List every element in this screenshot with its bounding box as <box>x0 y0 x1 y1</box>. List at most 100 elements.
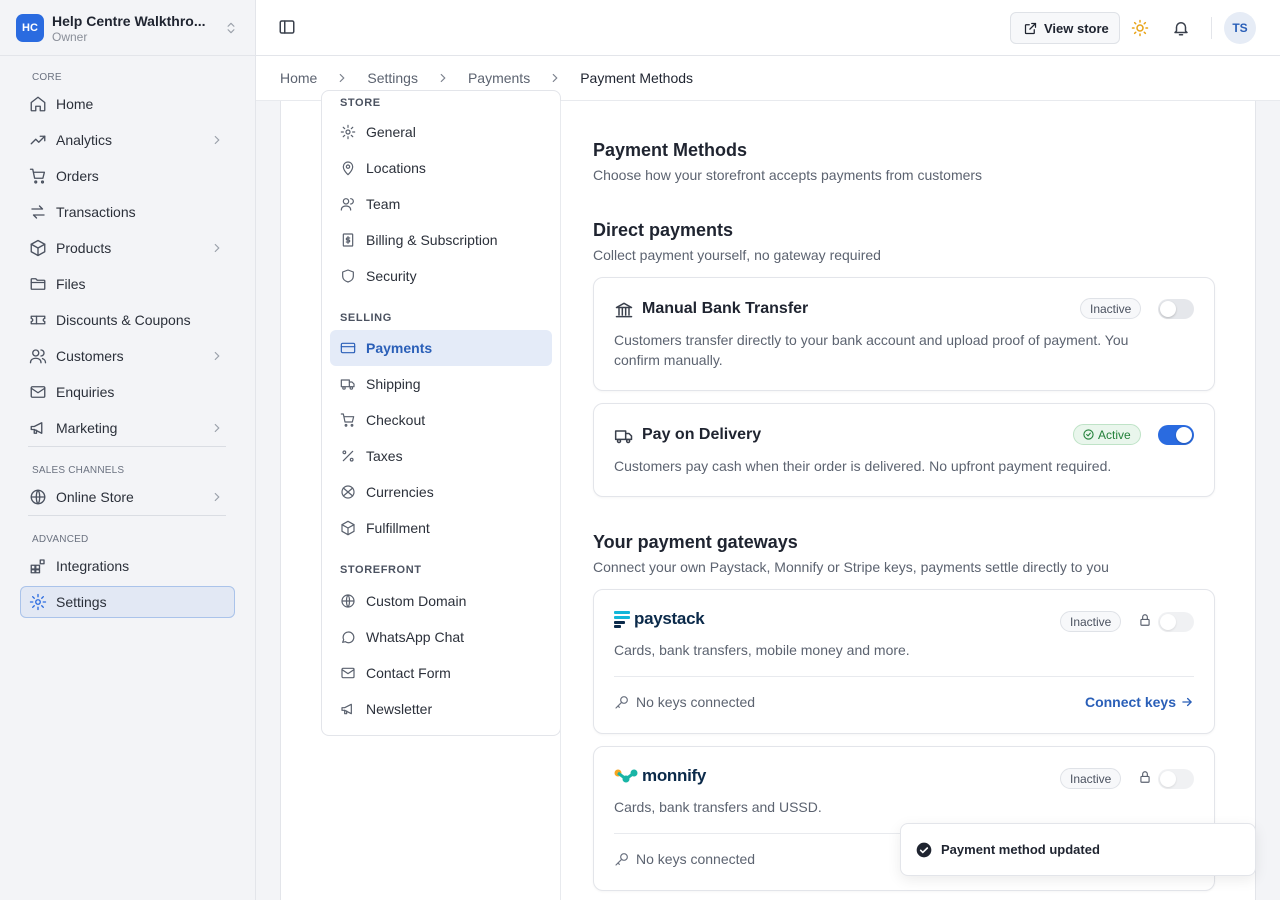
toast-notification: Payment method updated <box>900 823 1256 876</box>
box-icon <box>29 239 47 257</box>
sidebar-item-discounts[interactable]: Discounts & Coupons <box>20 304 235 336</box>
page-title: Payment Methods <box>593 140 748 160</box>
globe-icon <box>340 593 356 609</box>
sidebar-item-products[interactable]: Products <box>20 232 235 264</box>
sidebar-item-analytics[interactable]: Analytics <box>20 124 235 156</box>
gateway-brand-name: monnify <box>642 766 707 785</box>
breadcrumb-payments[interactable]: Payments <box>468 70 530 86</box>
subnav-item-label: Newsletter <box>366 701 433 717</box>
subnav-item-currencies[interactable]: Currencies <box>330 474 552 510</box>
sidebar-item-label: Home <box>56 96 94 112</box>
sidebar-item-transactions[interactable]: Transactions <box>20 196 235 228</box>
mail-icon <box>340 665 356 681</box>
key-icon <box>614 694 630 710</box>
external-link-icon <box>1023 21 1038 36</box>
toggle-knob <box>1176 427 1192 443</box>
megaphone-icon <box>340 701 356 717</box>
sidebar-item-marketing[interactable]: Marketing <box>20 412 235 444</box>
sidebar-item-enquiries[interactable]: Enquiries <box>20 376 235 408</box>
sidebar-item-label: Transactions <box>56 204 136 220</box>
subnav-group-selling: SELLING <box>340 312 392 324</box>
box-icon <box>340 520 356 536</box>
section-title-direct-payments: Direct payments <box>593 220 734 240</box>
bell-icon[interactable] <box>1172 19 1190 37</box>
subnav-item-security[interactable]: Security <box>330 258 552 294</box>
bank-icon <box>614 300 634 320</box>
arrows-icon <box>29 203 47 221</box>
subnav-item-contact-form[interactable]: Contact Form <box>330 655 552 691</box>
subnav-item-whatsapp-chat[interactable]: WhatsApp Chat <box>330 619 552 655</box>
gateway-card-paystack: paystack Inactive Cards, bank transfers,… <box>593 589 1215 734</box>
divider <box>560 101 561 900</box>
paystack-mark-icon <box>614 610 630 628</box>
sidebar-item-files[interactable]: Files <box>20 268 235 300</box>
subnav-item-label: WhatsApp Chat <box>366 629 465 645</box>
subnav-item-newsletter[interactable]: Newsletter <box>330 691 552 727</box>
toggle-knob <box>1160 771 1176 787</box>
home-icon <box>29 95 47 113</box>
mail-icon <box>29 383 47 401</box>
view-store-button[interactable]: View store <box>1010 12 1120 44</box>
percent-icon <box>340 448 356 464</box>
sidebar-item-label: Orders <box>56 168 99 184</box>
globe-icon <box>29 488 47 506</box>
view-store-label: View store <box>1044 20 1109 36</box>
chevron-right-icon <box>335 71 349 85</box>
connect-keys-button[interactable]: Connect keys <box>1085 694 1194 710</box>
receipt-icon <box>340 232 356 248</box>
workspace-switcher[interactable]: HC Help Centre Walkthro... Owner <box>16 10 240 46</box>
chevron-right-icon <box>210 349 224 363</box>
subnav-item-checkout[interactable]: Checkout <box>330 402 552 438</box>
status-badge: Inactive <box>1060 768 1122 789</box>
gear-icon <box>29 593 47 611</box>
breadcrumb-home[interactable]: Home <box>280 70 317 86</box>
subnav-item-label: Shipping <box>366 376 421 392</box>
pay-on-delivery-toggle[interactable] <box>1158 425 1194 445</box>
payment-method-card-pay-on-delivery: Pay on Delivery Active Customers pay cas… <box>593 403 1215 497</box>
keys-status-label: No keys connected <box>636 694 756 710</box>
subnav-item-label: Locations <box>366 160 426 176</box>
toast-message: Payment method updated <box>941 842 1100 857</box>
subnav-item-custom-domain[interactable]: Custom Domain <box>330 583 552 619</box>
sidebar-item-integrations[interactable]: Integrations <box>20 550 235 582</box>
sidebar-toggle-icon[interactable] <box>278 18 296 36</box>
sun-icon[interactable] <box>1131 19 1149 37</box>
workspace-logo: HC <box>16 14 44 42</box>
subnav-item-general[interactable]: General <box>330 114 552 150</box>
sidebar-item-orders[interactable]: Orders <box>20 160 235 192</box>
sidebar-item-online-store[interactable]: Online Store <box>20 481 235 513</box>
arrow-right-icon <box>1180 695 1194 709</box>
subnav-item-label: Checkout <box>366 412 426 428</box>
section-subtitle-direct-payments: Collect payment yourself, no gateway req… <box>593 247 881 263</box>
divider <box>28 515 226 516</box>
truck-icon <box>614 426 634 446</box>
cart-icon <box>340 412 356 428</box>
chevron-right-icon <box>210 421 224 435</box>
bank-transfer-toggle[interactable] <box>1158 299 1194 319</box>
subnav-item-label: Contact Form <box>366 665 451 681</box>
subnav-item-fulfillment[interactable]: Fulfillment <box>330 510 552 546</box>
payment-method-card-bank-transfer: Manual Bank Transfer Inactive Customers … <box>593 277 1215 391</box>
subnav-item-payments[interactable]: Payments <box>330 330 552 366</box>
subnav-item-team[interactable]: Team <box>330 186 552 222</box>
sidebar-item-home[interactable]: Home <box>20 88 235 120</box>
subnav-item-taxes[interactable]: Taxes <box>330 438 552 474</box>
avatar[interactable]: TS <box>1224 12 1256 44</box>
settings-subnav: STORE General Locations Team Billing & S… <box>321 90 561 736</box>
breadcrumb-settings[interactable]: Settings <box>367 70 418 86</box>
divider <box>614 676 1194 677</box>
sidebar-item-customers[interactable]: Customers <box>20 340 235 372</box>
sidebar-item-settings[interactable]: Settings <box>20 586 235 618</box>
subnav-item-label: Security <box>366 268 417 284</box>
sidebar-item-label: Integrations <box>56 558 130 574</box>
paystack-toggle[interactable] <box>1158 612 1194 632</box>
subnav-item-locations[interactable]: Locations <box>330 150 552 186</box>
subnav-group-storefront: STOREFRONT <box>340 564 422 576</box>
gateway-brand-name: paystack <box>634 609 705 628</box>
subnav-item-billing[interactable]: Billing & Subscription <box>330 222 552 258</box>
monnify-toggle[interactable] <box>1158 769 1194 789</box>
subnav-item-shipping[interactable]: Shipping <box>330 366 552 402</box>
keys-status-label: No keys connected <box>636 851 756 867</box>
subnav-item-label: Billing & Subscription <box>366 232 498 248</box>
payment-method-name: Pay on Delivery <box>642 426 762 443</box>
